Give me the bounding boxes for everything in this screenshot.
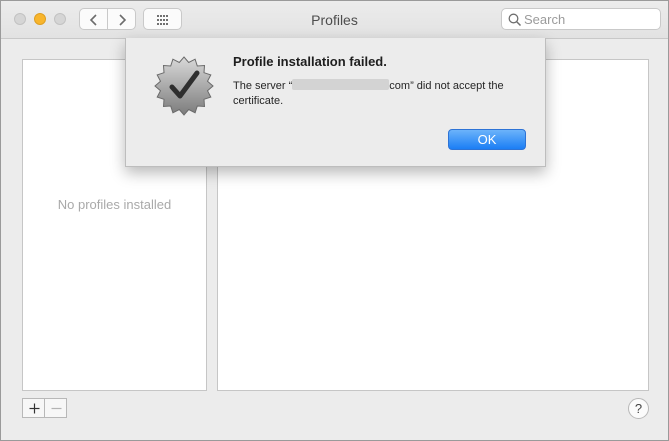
plus-icon xyxy=(29,403,40,414)
profile-badge-checkmark-icon xyxy=(154,56,214,116)
title-bar: Profiles xyxy=(1,1,668,39)
alert-message-prefix: The server “ xyxy=(233,80,293,92)
redacted-server-name xyxy=(292,79,390,90)
search-input[interactable] xyxy=(524,11,654,27)
search-field[interactable] xyxy=(501,8,661,30)
remove-profile-button[interactable] xyxy=(44,398,67,418)
help-button[interactable]: ? xyxy=(628,398,649,419)
minus-icon xyxy=(51,407,62,410)
search-icon xyxy=(508,13,522,27)
alert-message: The server “com” did not accept the cert… xyxy=(233,79,533,109)
empty-list-label: No profiles installed xyxy=(57,197,172,212)
alert-title: Profile installation failed. xyxy=(233,54,387,69)
profiles-window: Profiles No profiles installed ? xyxy=(0,0,669,441)
alert-sheet: Profile installation failed. The server … xyxy=(125,38,546,167)
add-profile-button[interactable] xyxy=(22,398,45,418)
ok-button[interactable]: OK xyxy=(448,129,526,150)
